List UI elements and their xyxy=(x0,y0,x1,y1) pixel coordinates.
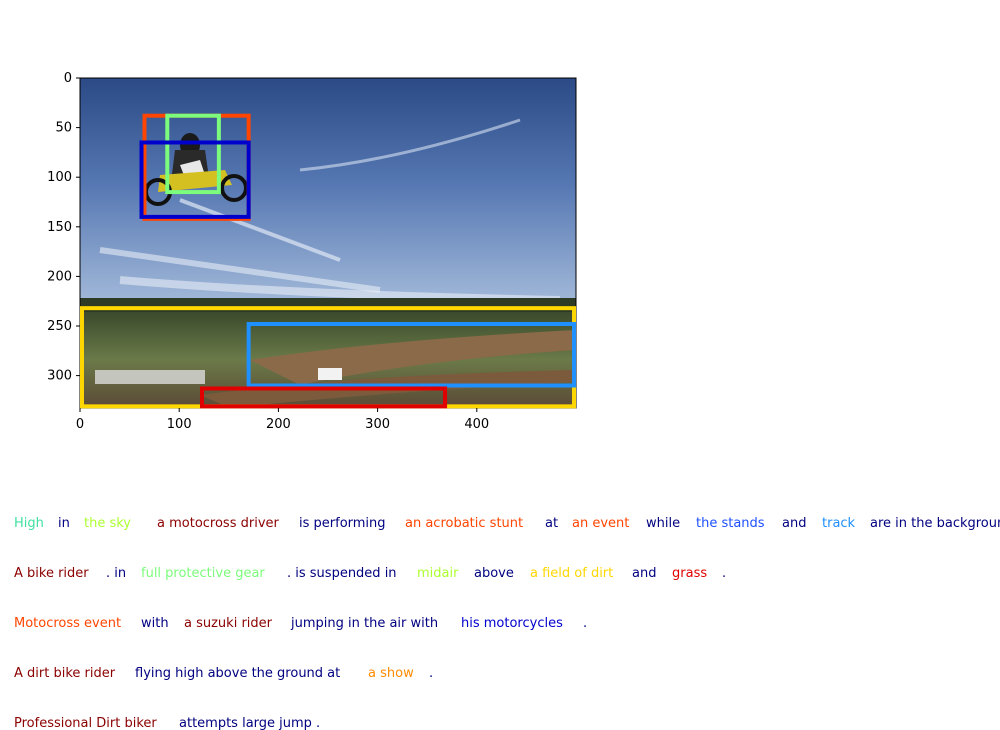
caption-phrase: is performing xyxy=(299,516,386,530)
caption-phrase: High xyxy=(14,516,44,530)
caption-phrase: a field of dirt xyxy=(530,566,614,580)
y-tick-label: 0 xyxy=(64,71,72,86)
caption-phrase: a show xyxy=(368,666,414,680)
caption-phrase: and xyxy=(632,566,657,580)
caption-phrase: . in xyxy=(106,566,127,580)
caption-phrase: at xyxy=(545,516,559,530)
y-tick-label: 300 xyxy=(47,369,72,384)
caption-phrase: a suzuki rider xyxy=(184,616,272,630)
caption-line: A dirt bike rider flying high above the g… xyxy=(14,664,1000,680)
photo xyxy=(80,78,576,408)
caption-phrase: while xyxy=(646,516,681,530)
caption-phrase: an event xyxy=(572,516,630,530)
caption-phrase: . xyxy=(429,666,434,680)
sky xyxy=(80,78,576,313)
caption-phrase: an acrobatic stunt xyxy=(405,516,524,530)
caption-line: Motocross event with a suzuki rider jumping… xyxy=(14,614,1000,630)
caption-phrase: full protective gear xyxy=(141,566,265,580)
caption-line: A bike rider . in full protective gear . is… xyxy=(14,564,1000,580)
caption-phrase: midair xyxy=(417,566,459,580)
caption-phrase: with xyxy=(141,616,169,630)
caption-phrase: and xyxy=(782,516,807,530)
x-tick-label: 400 xyxy=(464,417,489,432)
caption-phrase: Professional Dirt biker xyxy=(14,716,157,730)
x-tick-label: 200 xyxy=(266,417,291,432)
caption-line: High in the sky a motocross driver is perfor… xyxy=(14,514,1000,530)
caption-phrase: A dirt bike rider xyxy=(14,666,116,680)
x-tick-label: 100 xyxy=(167,417,192,432)
caption-phrase: attempts large jump . xyxy=(179,716,321,730)
caption-phrase: . is suspended in xyxy=(287,566,397,580)
y-axis: 0 50 100 150 200 250 300 xyxy=(47,71,80,384)
caption-line: Professional Dirt biker attempts large ju… xyxy=(14,714,1000,730)
caption-phrase: the stands xyxy=(696,516,765,530)
x-axis: 0 100 200 300 400 xyxy=(76,408,489,432)
caption-phrase: track xyxy=(822,516,856,530)
tents xyxy=(95,370,205,384)
x-tick-label: 0 xyxy=(76,417,84,432)
y-tick-label: 250 xyxy=(47,319,72,334)
caption-phrase: Motocross event xyxy=(14,616,122,630)
x-tick-label: 300 xyxy=(365,417,390,432)
caption-phrase: are in the background xyxy=(870,516,1000,530)
y-tick-label: 200 xyxy=(47,269,72,284)
caption-phrase: flying high above the ground at xyxy=(135,666,341,680)
caption-phrase: A bike rider xyxy=(14,566,89,580)
y-tick-label: 150 xyxy=(47,220,72,235)
y-tick-label: 100 xyxy=(47,170,72,185)
caption-phrase: . xyxy=(583,616,588,630)
caption-phrase: jumping in the air with xyxy=(291,616,439,630)
annotated-image-figure: an acrobatic stuntfull protective gearhi… xyxy=(47,71,577,432)
caption-phrase: . xyxy=(722,566,727,580)
caption-phrase: the sky xyxy=(84,516,131,530)
caption-phrase: grass xyxy=(672,566,708,580)
caption-phrase: his motorcycles xyxy=(461,616,563,630)
tent xyxy=(318,368,342,380)
caption-phrase: a motocross driver xyxy=(157,516,279,530)
caption-phrase: above xyxy=(474,566,514,580)
caption-phrase: in xyxy=(58,516,70,530)
y-tick-label: 50 xyxy=(55,121,72,136)
